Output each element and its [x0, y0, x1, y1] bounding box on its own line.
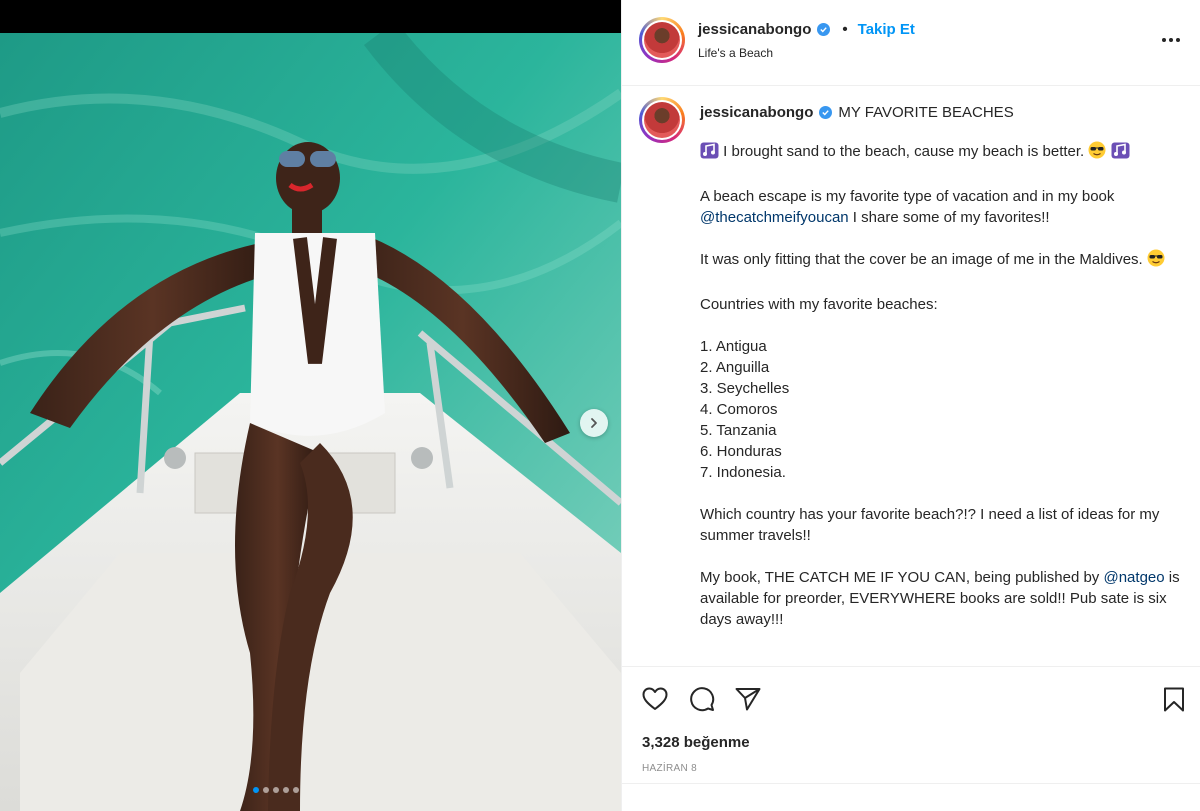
post-date[interactable]: HAZİRAN 8 — [642, 763, 697, 774]
list-item: 7. Indonesia. — [700, 464, 786, 481]
mention-link[interactable]: @natgeo — [1103, 569, 1164, 586]
caption-username[interactable]: jessicanabongo — [700, 104, 813, 121]
caption-paragraph: I brought sand to the beach, cause my be… — [700, 141, 1180, 165]
carousel-indicators — [253, 787, 299, 793]
comment-button[interactable] — [688, 685, 716, 713]
more-options-icon[interactable] — [1162, 38, 1180, 42]
header-user-row: jessicanabongo • Takip Et — [698, 21, 915, 38]
verified-badge-icon — [819, 106, 833, 119]
music-notes-icon — [700, 142, 719, 165]
caption-text-span: A beach escape is my favorite type of va… — [700, 188, 1115, 205]
caption-paragraph: Which country has your favorite beach?!?… — [700, 506, 1160, 544]
post-header: jessicanabongo • Takip Et Life's a Beach — [622, 0, 1200, 86]
like-count[interactable]: 3,328 beğenme — [642, 734, 750, 751]
caption-title: MY FAVORITE BEACHES — [838, 104, 1014, 121]
caption-paragraph: My book, THE CATCH ME IF YOU CAN, being … — [700, 567, 1180, 630]
media-top-bar — [0, 0, 621, 33]
list-item: 2. Anguilla — [700, 359, 770, 376]
list-item: 3. Seychelles — [700, 380, 790, 397]
music-notes-icon — [1111, 142, 1130, 165]
location-link[interactable]: Life's a Beach — [698, 46, 773, 60]
comment-icon — [689, 686, 715, 712]
caption-avatar[interactable] — [639, 97, 685, 143]
post-photo[interactable] — [0, 33, 621, 811]
caption-text-span: It was only fitting that the cover be an… — [700, 251, 1147, 268]
mention-link[interactable]: @thecatchmeifyoucan — [700, 209, 849, 226]
post-actions: 3,328 beğenme HAZİRAN 8 — [622, 666, 1200, 811]
carousel-dot — [263, 787, 269, 793]
carousel-dot — [283, 787, 289, 793]
sunglasses-emoji-icon — [1088, 141, 1106, 165]
list-item: 5. Tanzania — [700, 422, 777, 439]
caption-text: I brought sand to the beach, cause my be… — [700, 141, 1180, 651]
username-link[interactable]: jessicanabongo — [698, 21, 811, 38]
post-side-panel: jessicanabongo • Takip Et Life's a Beach… — [621, 0, 1200, 811]
sunglasses-emoji-icon — [1147, 249, 1165, 273]
carousel-dot — [253, 787, 259, 793]
save-button[interactable] — [1160, 685, 1188, 713]
caption-paragraph: A beach escape is my favorite type of va… — [700, 186, 1180, 228]
post-media — [0, 0, 621, 811]
share-button[interactable] — [734, 685, 762, 713]
heart-icon — [642, 687, 668, 711]
list-item: 4. Comoros — [700, 401, 778, 418]
follow-button[interactable]: Takip Et — [858, 21, 915, 38]
avatar[interactable] — [639, 17, 685, 63]
caption-paragraph: It was only fitting that the cover be an… — [700, 249, 1180, 273]
avatar-image — [644, 102, 680, 138]
caption-area: jessicanabongo MY FAVORITE BEACHES I bro… — [622, 86, 1200, 666]
caption-text-span: My book, THE CATCH ME IF YOU CAN, being … — [700, 569, 1104, 586]
caption-line-sand: I brought sand to the beach, cause my be… — [719, 143, 1089, 160]
separator: • — [842, 21, 848, 38]
like-button[interactable] — [641, 685, 669, 713]
list-item: 1. Antigua — [700, 338, 767, 355]
chevron-right-icon — [588, 417, 600, 429]
carousel-dot — [273, 787, 279, 793]
avatar-image — [644, 22, 680, 58]
country-list: 1. Antigua 2. Anguilla 3. Seychelles 4. … — [700, 336, 1180, 483]
carousel-dot — [293, 787, 299, 793]
list-item: 6. Honduras — [700, 443, 782, 460]
caption-paragraph: Countries with my favorite beaches: — [700, 296, 938, 313]
comment-bar — [622, 783, 1200, 811]
next-slide-button[interactable] — [580, 409, 608, 437]
bookmark-icon — [1163, 687, 1185, 712]
caption-text-span: I share some of my favorites!! — [848, 209, 1050, 226]
caption-header: jessicanabongo MY FAVORITE BEACHES — [700, 104, 1014, 121]
verified-badge-icon — [817, 23, 831, 36]
paper-plane-icon — [735, 687, 761, 711]
